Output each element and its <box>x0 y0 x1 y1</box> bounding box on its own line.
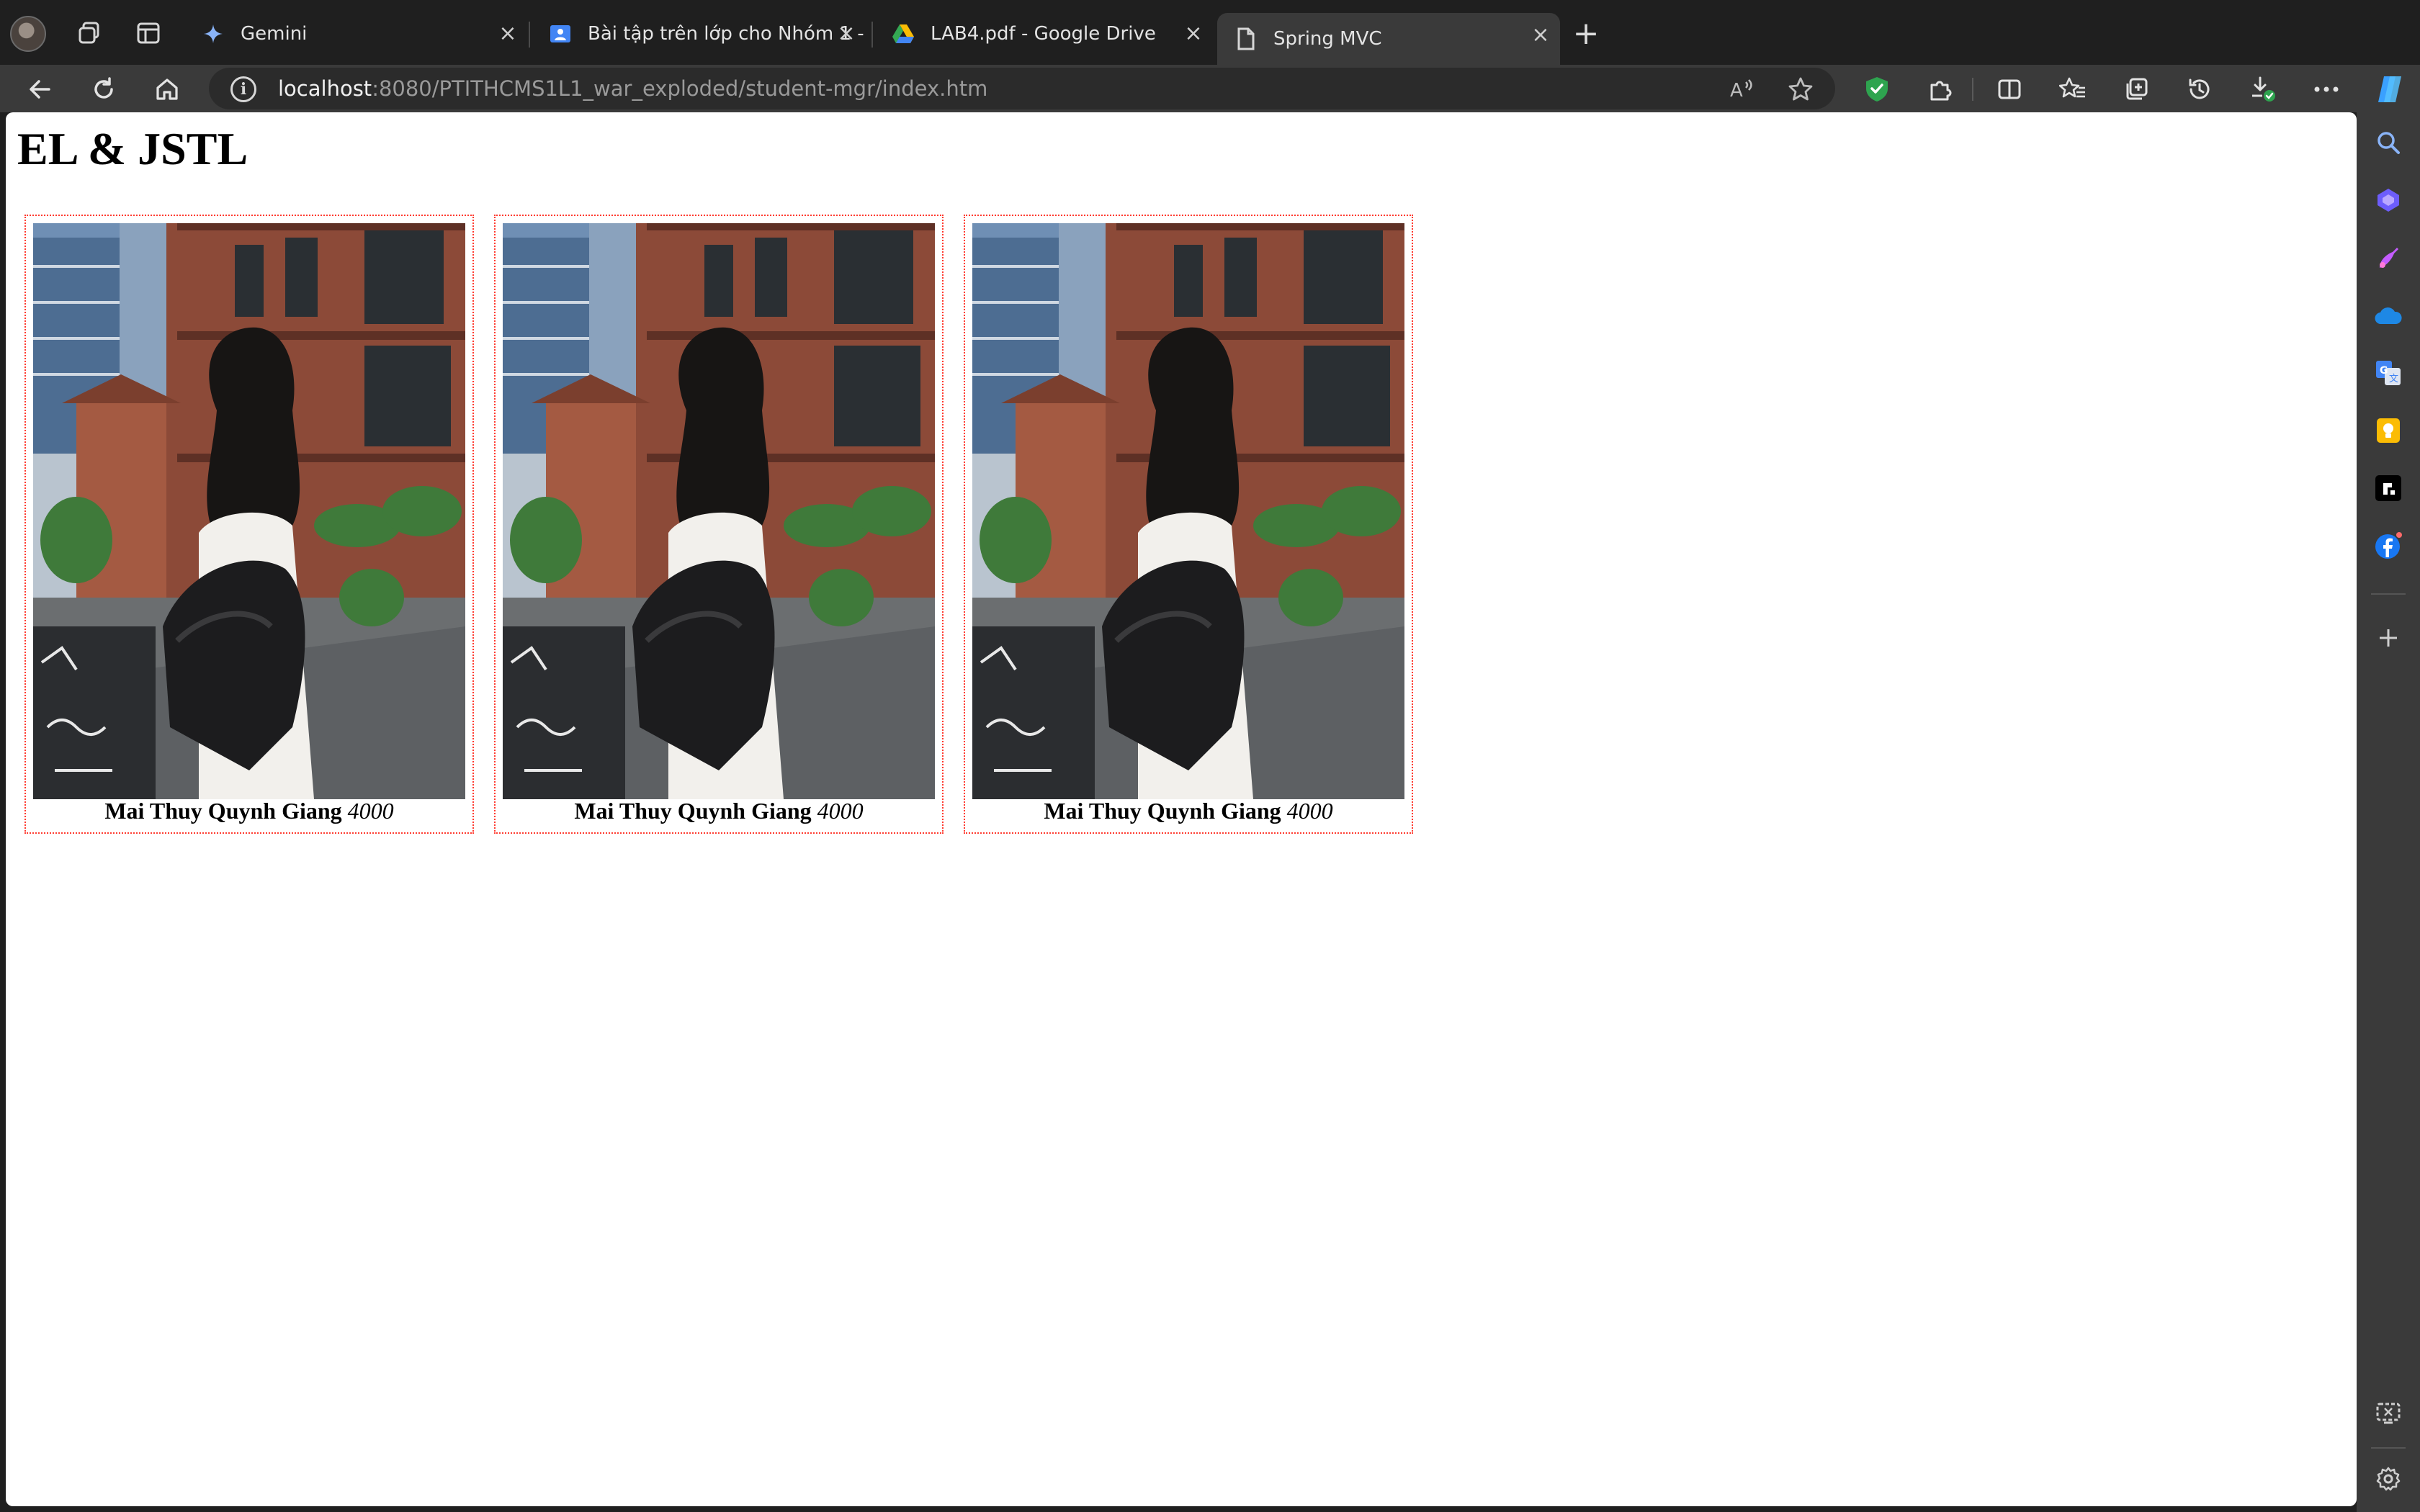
card-caption: Mai Thuy Quynh Giang 4000 <box>965 798 1412 824</box>
downloads-icon[interactable] <box>2243 69 2283 109</box>
student-card-list: Mai Thuy Quynh Giang 4000 Mai Thuy Quynh… <box>24 215 1413 834</box>
close-tab-icon[interactable]: × <box>1528 23 1553 48</box>
tab-actions-icon[interactable] <box>130 14 167 52</box>
student-amount: 4000 <box>1286 798 1333 824</box>
tab-title: LAB4.pdf - Google Drive <box>931 23 1156 45</box>
street-photo-illustration <box>503 223 935 799</box>
street-photo-illustration <box>33 223 465 799</box>
page-icon <box>1234 27 1258 50</box>
shield-extension-icon[interactable] <box>1857 69 1897 109</box>
page-viewport: EL & JSTL Mai Thuy Quynh Giang 4000 Mai … <box>6 112 2357 1506</box>
student-photo <box>503 223 935 799</box>
search-icon[interactable] <box>2371 125 2406 160</box>
student-name: Mai Thuy Quynh Giang <box>574 798 812 824</box>
sidebar-settings-gear-icon[interactable] <box>2371 1462 2406 1496</box>
keep-notes-icon[interactable] <box>2371 413 2406 448</box>
svg-text:文: 文 <box>2389 374 2398 384</box>
tab-spring-mvc[interactable]: Spring MVC × <box>1217 13 1560 65</box>
collections-icon[interactable] <box>2116 69 2156 109</box>
street-photo-illustration <box>972 223 1404 799</box>
profile-avatar[interactable] <box>10 16 46 52</box>
home-icon[interactable] <box>147 69 187 109</box>
student-name: Mai Thuy Quynh Giang <box>1044 798 1281 824</box>
read-aloud-icon[interactable]: A <box>1727 75 1756 104</box>
copilot-sidebar-icon[interactable] <box>2371 183 2406 217</box>
google-drive-icon <box>892 22 915 45</box>
close-tab-icon[interactable]: × <box>496 22 520 46</box>
history-icon[interactable] <box>2179 69 2220 109</box>
url-text[interactable]: localhost:8080/PTITHCMS1L1_war_exploded/… <box>278 76 987 101</box>
translate-icon[interactable]: G文 <box>2371 356 2406 390</box>
facebook-icon[interactable] <box>2371 528 2406 563</box>
url-host: localhost <box>278 76 372 101</box>
close-tab-icon[interactable]: × <box>834 22 859 46</box>
add-sidebar-app-icon[interactable] <box>2371 621 2406 655</box>
card-caption: Mai Thuy Quynh Giang 4000 <box>496 798 942 824</box>
student-card: Mai Thuy Quynh Giang 4000 <box>494 215 944 834</box>
classroom-icon <box>549 22 572 45</box>
student-card: Mai Thuy Quynh Giang 4000 <box>24 215 474 834</box>
svg-text:A: A <box>1730 80 1743 101</box>
student-amount: 4000 <box>347 798 394 824</box>
student-photo <box>33 223 465 799</box>
gemini-sparkle-icon <box>202 22 225 45</box>
tab-classroom[interactable]: Bài tập trên lớp cho Nhóm 1 - L × <box>532 12 866 56</box>
more-options-icon[interactable] <box>2306 69 2347 109</box>
url-path: :8080/PTITHCMS1L1_war_exploded/student-m… <box>372 76 988 101</box>
edge-sidebar: G文 <box>2357 112 2420 1512</box>
tab-title: Spring MVC <box>1273 28 1382 50</box>
workspaces-icon[interactable] <box>71 14 108 52</box>
onedrive-icon[interactable] <box>2371 298 2406 333</box>
screenshot-capture-icon[interactable] <box>2371 1397 2406 1431</box>
sidebar-divider <box>2371 593 2406 595</box>
tab-divider <box>871 22 873 48</box>
extensions-puzzle-icon[interactable] <box>1920 69 1960 109</box>
tab-title: Bài tập trên lớp cho Nhóm 1 - L <box>588 23 866 45</box>
site-info-icon[interactable]: i <box>230 76 256 102</box>
sidebar-divider <box>2371 1447 2406 1449</box>
tab-title: Gemini <box>241 23 308 45</box>
page-title: EL & JSTL <box>17 123 248 174</box>
navigation-toolbar: i localhost:8080/PTITHCMS1L1_war_explode… <box>0 65 2420 112</box>
close-tab-icon[interactable]: × <box>1181 22 1206 46</box>
favorites-list-icon[interactable] <box>2053 69 2093 109</box>
tab-gemini[interactable]: Gemini × <box>184 12 527 56</box>
app-r-icon[interactable] <box>2371 471 2406 505</box>
designer-icon[interactable] <box>2371 240 2406 275</box>
student-card: Mai Thuy Quynh Giang 4000 <box>964 215 1413 834</box>
student-photo <box>972 223 1404 799</box>
svg-text:G: G <box>2380 365 2388 377</box>
favorite-star-icon[interactable] <box>1786 75 1815 104</box>
refresh-icon[interactable] <box>84 69 124 109</box>
toolbar-divider <box>1972 78 1973 101</box>
address-bar[interactable]: i localhost:8080/PTITHCMS1L1_war_explode… <box>209 68 1835 109</box>
tab-strip: Gemini × Bài tập trên lớp cho Nhóm 1 - L… <box>0 0 2420 65</box>
student-amount: 4000 <box>817 798 864 824</box>
card-caption: Mai Thuy Quynh Giang 4000 <box>26 798 472 824</box>
back-icon[interactable] <box>20 69 60 109</box>
tab-divider <box>529 22 530 48</box>
tab-google-drive[interactable]: LAB4.pdf - Google Drive × <box>874 12 1213 56</box>
copilot-icon[interactable] <box>2370 69 2410 109</box>
new-tab-button[interactable]: + <box>1567 16 1605 53</box>
student-name: Mai Thuy Quynh Giang <box>104 798 342 824</box>
split-screen-icon[interactable] <box>1989 69 2030 109</box>
